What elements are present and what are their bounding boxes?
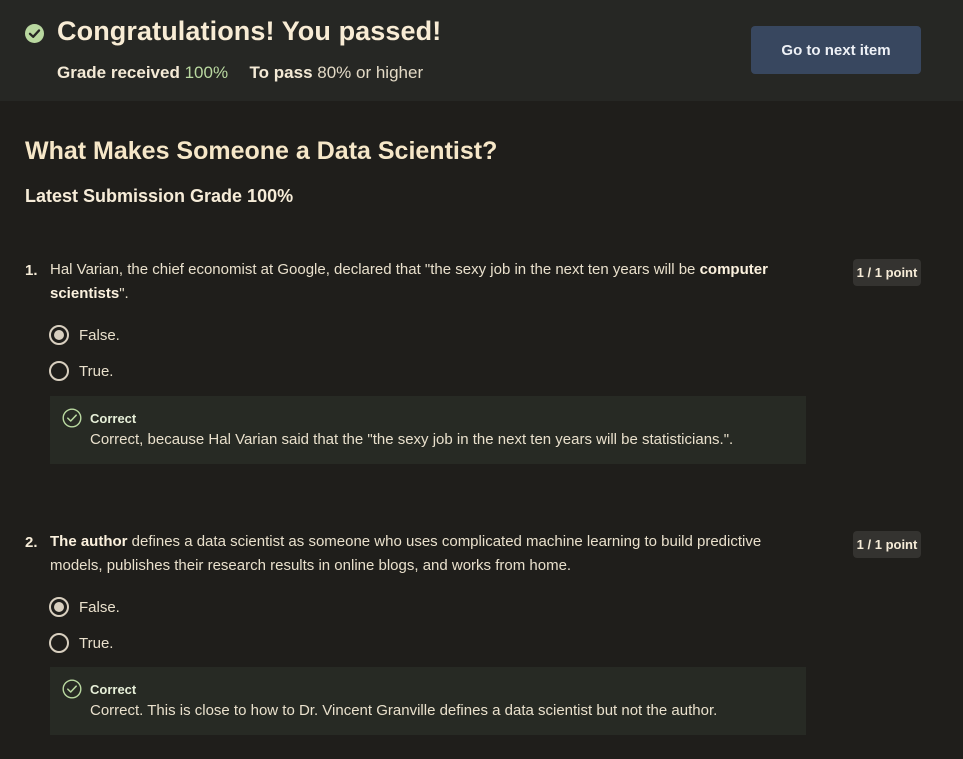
option-label: False. <box>79 598 120 616</box>
radio-unselected[interactable] <box>49 633 69 653</box>
check-circle-icon <box>25 24 44 43</box>
radio-selected[interactable] <box>49 597 69 617</box>
grade-summary: Grade received 100% To pass 80% or highe… <box>57 63 423 83</box>
grade-received-value: 100% <box>184 63 229 82</box>
feedback-title: Correct <box>90 411 137 426</box>
question-number: 2. <box>25 534 38 551</box>
grade-received-label: Grade received <box>57 63 180 82</box>
option-false[interactable]: False. <box>49 596 120 618</box>
feedback-text: Correct. This is close to how to Dr. Vin… <box>90 702 718 719</box>
points-badge: 1 / 1 point <box>853 531 921 558</box>
to-pass-value: 80% or higher <box>317 63 424 82</box>
check-circle-outline-icon <box>62 408 82 428</box>
quiz-title: What Makes Someone a Data Scientist? <box>25 137 498 165</box>
feedback-panel: Correct Correct. This is close to how to… <box>50 667 806 735</box>
pass-title: Congratulations! You passed! <box>57 16 442 46</box>
latest-submission-grade: Latest Submission Grade 100% <box>25 186 294 206</box>
check-circle-outline-icon <box>62 679 82 699</box>
option-false[interactable]: False. <box>49 324 120 346</box>
pass-banner: Congratulations! You passed! Grade recei… <box>0 0 963 101</box>
option-true[interactable]: True. <box>49 360 113 382</box>
feedback-panel: Correct Correct, because Hal Varian said… <box>50 396 806 464</box>
feedback-title: Correct <box>90 682 137 697</box>
to-pass-label: To pass <box>249 63 313 82</box>
question-text: Hal Varian, the chief economist at Googl… <box>50 261 768 302</box>
radio-unselected[interactable] <box>49 361 69 381</box>
option-label: False. <box>79 326 120 344</box>
option-label: True. <box>79 634 114 652</box>
points-badge: 1 / 1 point <box>853 259 921 286</box>
option-label: True. <box>79 362 114 380</box>
radio-selected[interactable] <box>49 325 69 345</box>
feedback-text: Correct, because Hal Varian said that th… <box>90 431 734 448</box>
go-to-next-item-button[interactable]: Go to next item <box>751 26 921 74</box>
option-true[interactable]: True. <box>49 632 113 654</box>
question-number: 1. <box>25 262 38 279</box>
question-text: The author defines a data scientist as s… <box>50 533 762 574</box>
